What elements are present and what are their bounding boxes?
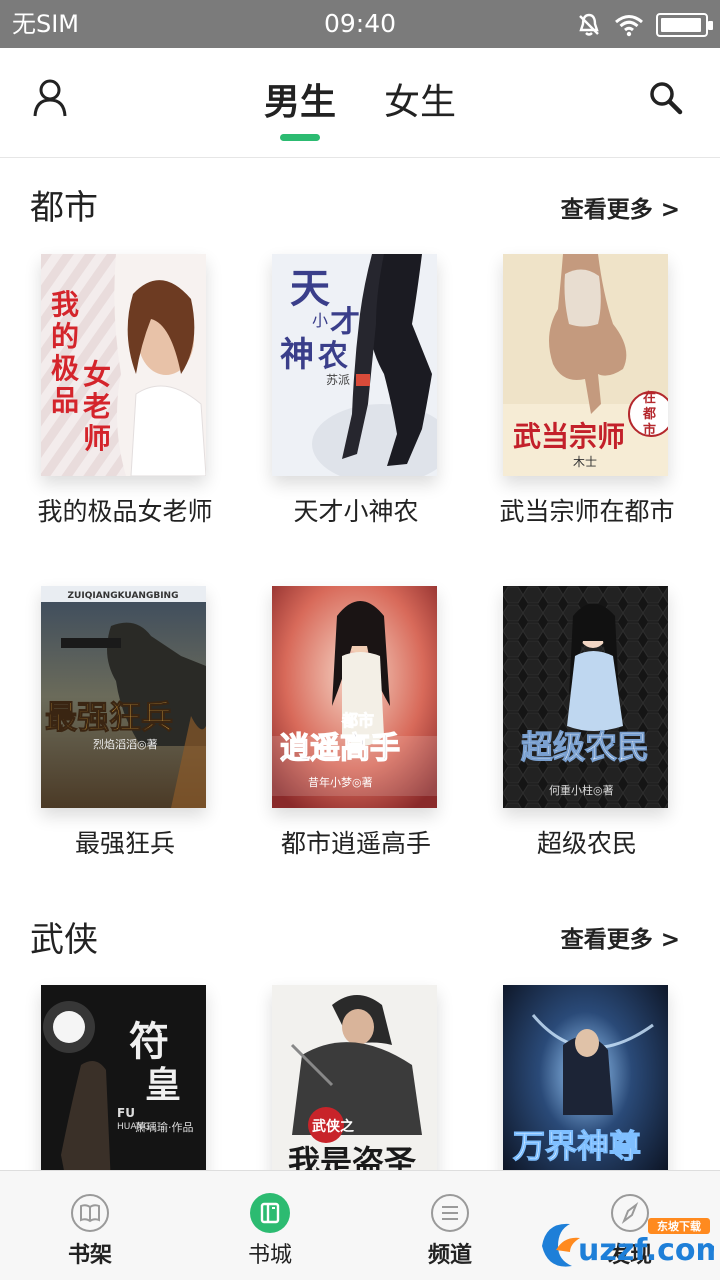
svg-text:超级农民: 超级农民	[521, 728, 649, 766]
search-icon[interactable]	[648, 80, 684, 116]
svg-text:烈焰滔滔◎著: 烈焰滔滔◎著	[93, 737, 158, 751]
svg-text:萧瑀瑜·作品: 萧瑀瑜·作品	[135, 1120, 194, 1134]
tab-male[interactable]: 男生	[264, 78, 336, 128]
svg-text:的: 的	[51, 320, 79, 353]
book-title[interactable]: 超级农民	[462, 826, 712, 862]
wifi-icon	[615, 15, 643, 37]
svg-text:天: 天	[290, 265, 330, 312]
book-cover[interactable]: ZUIQIANGKUANGBING 最强狂兵 烈焰滔滔◎著	[41, 586, 206, 808]
svg-text:FU: FU	[117, 1106, 135, 1120]
svg-text:才: 才	[330, 305, 360, 340]
active-tab-indicator	[280, 134, 320, 141]
svg-text:皇: 皇	[145, 1064, 181, 1106]
svg-text:老: 老	[83, 390, 111, 423]
book-card[interactable]: 逍遥高手 都市 昔年小梦◎著 都市逍遥高手	[231, 586, 461, 876]
book-cover[interactable]: 逍遥高手 都市 昔年小梦◎著	[272, 586, 437, 808]
svg-text:武当宗师: 武当宗师	[513, 420, 625, 453]
book-card[interactable]: 符 皇 FU HUANG 萧瑀瑜·作品	[0, 985, 230, 1207]
section-title: 都市	[30, 188, 98, 228]
book-title[interactable]: 我的极品女老师	[0, 494, 250, 530]
status-icons	[576, 12, 713, 38]
watermark-logo: uzzf.com 东坡下载	[542, 1218, 714, 1268]
svg-text:武侠之: 武侠之	[312, 1118, 354, 1135]
svg-text:品: 品	[51, 384, 79, 417]
svg-text:木士: 木士	[573, 455, 597, 469]
svg-text:都市: 都市	[341, 711, 374, 730]
svg-text:东坡下载: 东坡下载	[657, 1219, 701, 1233]
battery-icon	[656, 13, 713, 37]
battery-level	[661, 18, 701, 32]
svg-text:苏派: 苏派	[326, 373, 350, 387]
book-card[interactable]: 万界神尊	[462, 985, 692, 1207]
book-title[interactable]: 武当宗师在都市	[462, 494, 712, 530]
svg-text:我: 我	[51, 288, 79, 321]
top-header: 男生 女生	[0, 48, 720, 158]
book-title[interactable]: 都市逍遥高手	[231, 826, 481, 862]
svg-text:农: 农	[317, 339, 348, 374]
svg-text:最强狂兵: 最强狂兵	[45, 698, 173, 736]
nav-bookshelf[interactable]: 书架	[30, 1171, 150, 1280]
book-card[interactable]: 在 都 市 武当宗师 木士 武当宗师 在都市	[462, 254, 692, 544]
book-title[interactable]: 天才小神农	[231, 494, 481, 530]
nav-label: 书城	[247, 1243, 292, 1268]
svg-text:女: 女	[83, 358, 111, 391]
book-card[interactable]: 超级农民 何重小柱◎著 超级农民	[462, 586, 692, 876]
svg-text:uzzf.com: uzzf.com	[578, 1233, 714, 1268]
svg-text:符: 符	[129, 1018, 169, 1065]
section-title: 武侠	[30, 920, 98, 960]
see-more-link[interactable]: 查看更多 >	[561, 925, 680, 955]
svg-text:市: 市	[643, 422, 656, 438]
book-cover[interactable]: 超级农民 何重小柱◎著	[503, 586, 668, 808]
mute-icon	[579, 13, 599, 36]
tab-female[interactable]: 女生	[384, 78, 456, 128]
nav-label: 频道	[427, 1243, 472, 1268]
svg-text:极: 极	[51, 352, 79, 385]
see-more-link[interactable]: 查看更多 >	[561, 195, 680, 225]
book-cover[interactable]: 天 小 才 神 农 苏派	[272, 254, 437, 476]
svg-text:何重小柱◎著: 何重小柱◎著	[549, 783, 614, 797]
list-icon	[431, 1194, 469, 1232]
svg-text:神: 神	[280, 335, 314, 375]
book-title[interactable]: 最强狂兵	[0, 826, 250, 862]
book-cover[interactable]: 在 都 市 武当宗师 木士	[503, 254, 668, 476]
book-icon	[71, 1194, 109, 1232]
book-card[interactable]: 天 小 才 神 农 苏派 天才小神农	[231, 254, 461, 544]
svg-text:ZUIQIANGKUANGBING: ZUIQIANGKUANGBING	[68, 591, 179, 601]
svg-text:小: 小	[312, 311, 328, 330]
svg-text:在: 在	[643, 390, 656, 406]
user-icon[interactable]	[32, 78, 68, 118]
gender-tabs: 男生 女生	[250, 78, 480, 148]
nav-label: 书架	[67, 1243, 112, 1268]
svg-text:都: 都	[642, 406, 656, 422]
book-card[interactable]: 我 的 极 品 女 老 师 我的极品女老师	[0, 254, 230, 544]
book-cover[interactable]: 我 的 极 品 女 老 师	[41, 254, 206, 476]
svg-text:逍遥高手: 逍遥高手	[280, 731, 400, 766]
svg-text:昔年小梦◎著: 昔年小梦◎著	[308, 775, 373, 789]
status-bar: 无SIM 09:40	[0, 0, 720, 48]
nav-channel[interactable]: 频道	[390, 1171, 510, 1280]
svg-text:万界神尊: 万界神尊	[513, 1127, 641, 1165]
book-card[interactable]: 武侠之 我是盗圣	[231, 985, 461, 1207]
nav-bookstore[interactable]: 书城	[210, 1171, 330, 1280]
svg-text:师: 师	[83, 422, 111, 455]
bookstore-icon	[250, 1193, 290, 1233]
book-card[interactable]: ZUIQIANGKUANGBING 最强狂兵 烈焰滔滔◎著 最强狂兵	[0, 586, 230, 876]
